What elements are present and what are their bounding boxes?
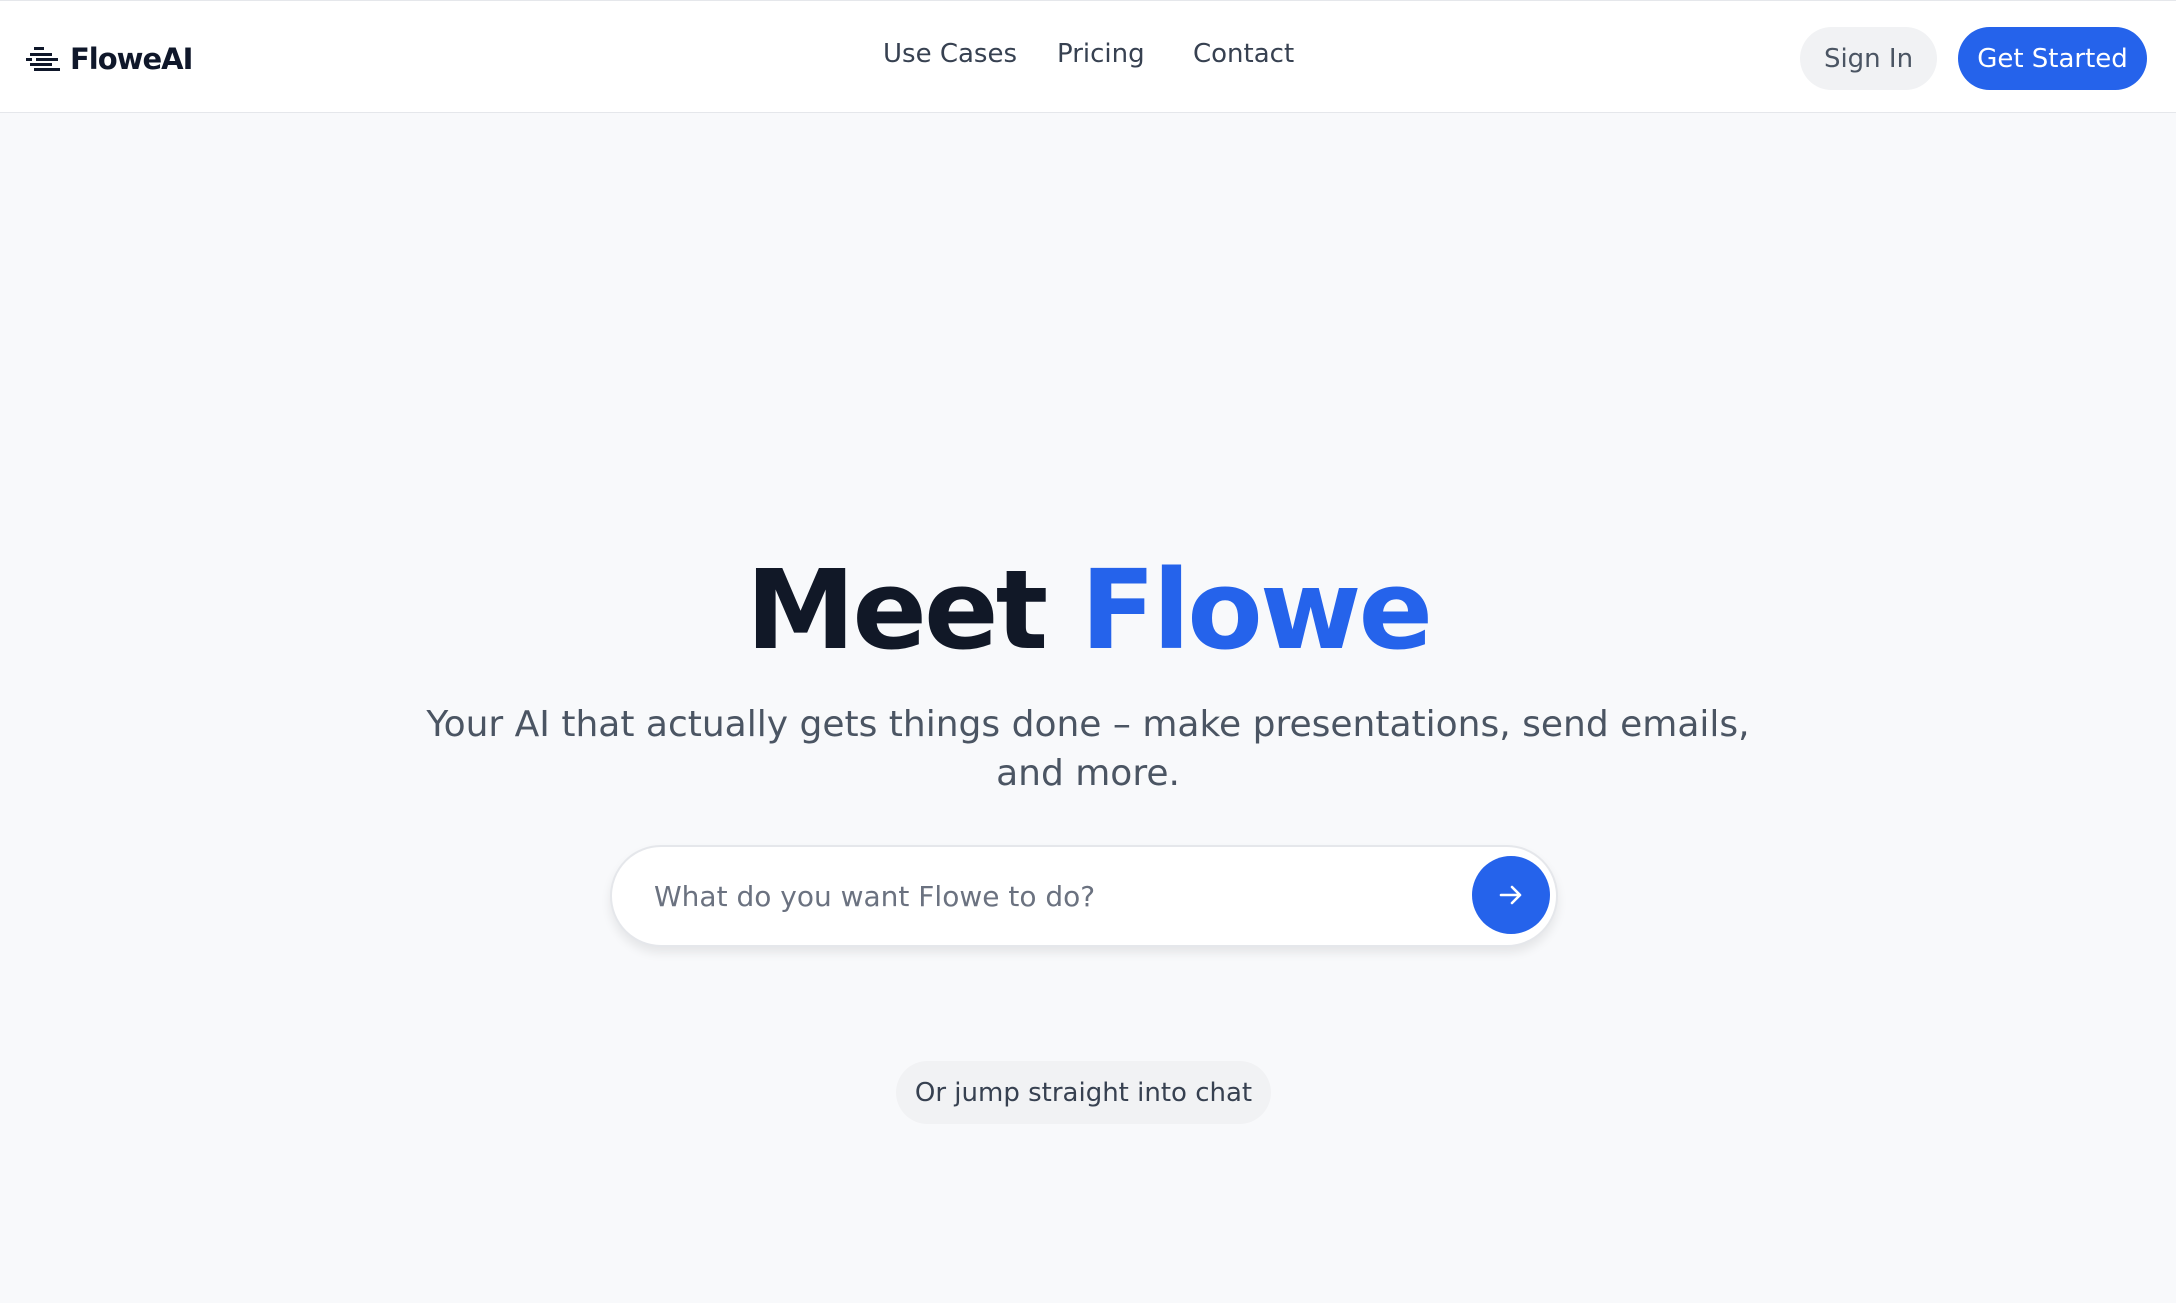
get-started-button[interactable]: Get Started <box>1958 27 2147 90</box>
nav-contact[interactable]: Contact <box>1193 39 1294 69</box>
hero-subtitle-line-2: and more. <box>996 753 1180 794</box>
hero-heading-wrap: Meet Flowe <box>0 540 2176 680</box>
jump-into-chat-button[interactable]: Or jump straight into chat <box>896 1061 1271 1124</box>
arrow-right-icon <box>1499 885 1522 905</box>
brand-name: FloweAI <box>70 42 193 76</box>
prompt-input[interactable] <box>652 847 1432 945</box>
prompt-box <box>610 845 1558 947</box>
prompt-submit-button[interactable] <box>1472 856 1550 934</box>
hero-subtitle-line-1: Your AI that actually gets things done –… <box>426 704 1750 745</box>
hero-title-prefix: Meet <box>745 546 1081 674</box>
brand-logo[interactable]: FloweAI <box>26 42 193 76</box>
nav-use-cases[interactable]: Use Cases <box>883 39 1017 69</box>
hero-subtitle: Your AI that actually gets things done –… <box>0 700 2176 798</box>
sign-in-button[interactable]: Sign In <box>1800 27 1937 90</box>
hero-title-accent: Flowe <box>1080 546 1433 674</box>
nav-pricing[interactable]: Pricing <box>1057 39 1145 69</box>
hero-title: Meet Flowe <box>0 540 2176 680</box>
top-navbar: FloweAI Use Cases Pricing Contact Sign I… <box>0 0 2176 113</box>
stacked-lines-icon <box>26 47 60 71</box>
